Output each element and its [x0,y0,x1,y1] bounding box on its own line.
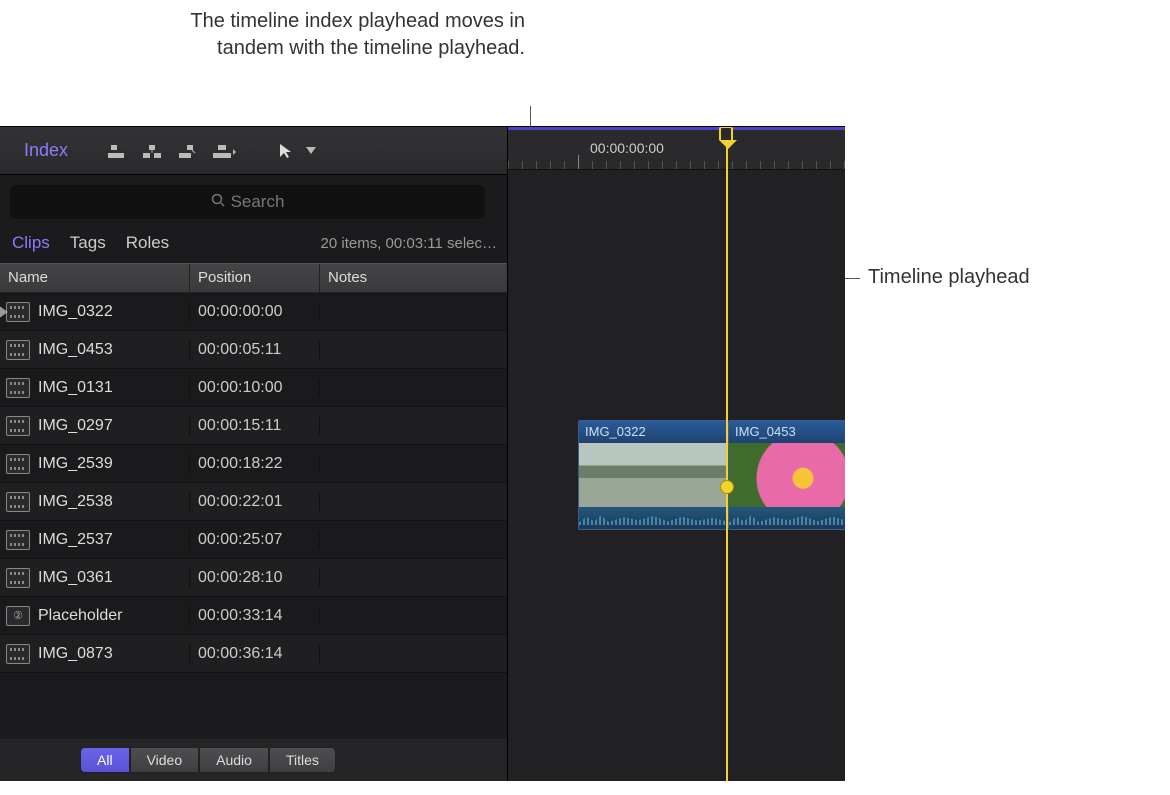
cell-position: 00:00:10:00 [190,379,320,397]
col-position[interactable]: Position [190,264,320,292]
tool-dropdown-icon[interactable] [304,140,318,162]
timeline-clip-label: IMG_0322 [579,421,727,443]
filter-video[interactable]: Video [130,747,200,773]
search-icon [211,193,225,211]
tab-clips[interactable]: Clips [12,233,50,253]
toolbar: Index [0,127,507,175]
index-button[interactable]: Index [10,136,82,165]
edit-mode-group [102,140,238,162]
film-icon [6,530,30,550]
table-row[interactable]: Placeholder 00:00:33:14 [0,597,507,635]
clip-name-label: IMG_0453 [38,341,113,359]
clip-name-label: IMG_0131 [38,379,113,397]
cell-position: 00:00:18:22 [190,455,320,473]
cell-position: 00:00:00:00 [190,303,320,321]
table-row[interactable]: IMG_0453 00:00:05:11 [0,331,507,369]
tab-tags[interactable]: Tags [70,233,106,253]
cell-position: 00:00:25:07 [190,531,320,549]
table-row[interactable]: IMG_0131 00:00:10:00 [0,369,507,407]
app-window: Index [0,126,845,781]
cell-name: IMG_2537 [0,530,190,550]
overwrite-tool-icon[interactable] [210,140,238,162]
annotation-right: Timeline playhead [868,266,1030,289]
clip-rows: IMG_032200:00:00:00IMG_045300:00:05:11IM… [0,293,507,739]
select-tool-icon[interactable] [272,140,300,162]
table-row[interactable]: IMG_0873 00:00:36:14 [0,635,507,673]
column-headers: Name Position Notes [0,263,507,293]
table-row[interactable]: IMG_0297 00:00:15:11 [0,407,507,445]
connect-tool-icon[interactable] [102,140,130,162]
filter-all[interactable]: All [80,747,130,773]
search-input[interactable]: Search [10,185,485,219]
index-playhead-icon [0,305,8,319]
clip-name-label: IMG_0873 [38,645,113,663]
cell-name: IMG_0322 [0,302,190,322]
cell-name: IMG_0297 [0,416,190,436]
playhead-dot-icon [720,480,734,494]
cell-position: 00:00:22:01 [190,493,320,511]
timeline-area[interactable]: 00:00:00:00 IMG_0322IMG_0453 [508,127,845,781]
playhead-handle-icon[interactable] [719,126,733,140]
cell-position: 00:00:33:14 [190,607,320,625]
cell-name: IMG_2539 [0,454,190,474]
cell-name: Placeholder [0,606,190,626]
timeline-clip[interactable]: IMG_0322 [578,420,728,530]
col-notes[interactable]: Notes [320,264,507,292]
film-icon [6,454,30,474]
timeline-playhead[interactable] [726,130,728,781]
cell-name: IMG_0361 [0,568,190,588]
cell-position: 00:00:05:11 [190,341,320,359]
filter-audio[interactable]: Audio [199,747,269,773]
film-icon [6,492,30,512]
clip-name-label: IMG_2538 [38,493,113,511]
table-row[interactable]: IMG_2538 00:00:22:01 [0,483,507,521]
ruler-ticks [508,161,845,169]
ruler-timecode: 00:00:00:00 [590,140,664,156]
cell-position: 00:00:36:14 [190,645,320,663]
film-icon [6,302,30,322]
table-row[interactable]: IMG_2537 00:00:25:07 [0,521,507,559]
clip-name-label: IMG_0361 [38,569,113,587]
clip-track: IMG_0322IMG_0453 [578,420,845,530]
search-placeholder: Search [231,192,285,212]
tab-roles[interactable]: Roles [126,233,169,253]
table-row[interactable]: IMG_2539 00:00:18:22 [0,445,507,483]
index-panel: Index [0,127,508,781]
timeline-clip-thumb [579,443,727,507]
table-row[interactable]: IMG_0361 00:00:28:10 [0,559,507,597]
table-row[interactable]: IMG_0322 00:00:00:00 [0,293,507,331]
clip-name-label: IMG_0297 [38,417,113,435]
timeline-clip-label: IMG_0453 [729,421,845,443]
film-icon [6,378,30,398]
timeline-clip-thumb [729,443,845,507]
selection-status: 20 items, 00:03:11 selec… [321,235,497,252]
timeline-clip-waveform [579,507,727,529]
film-icon [6,340,30,360]
timeline-clip[interactable]: IMG_0453 [728,420,845,530]
insert-tool-icon[interactable] [138,140,166,162]
filter-footer: All Video Audio Titles [0,739,507,781]
cell-name: IMG_2538 [0,492,190,512]
cell-name: IMG_0131 [0,378,190,398]
filter-titles[interactable]: Titles [269,747,336,773]
film-icon [6,416,30,436]
tabs-row: Clips Tags Roles 20 items, 00:03:11 sele… [0,227,507,263]
cell-position: 00:00:15:11 [190,417,320,435]
append-tool-icon[interactable] [174,140,202,162]
film-icon [6,644,30,664]
clip-name-label: Placeholder [38,607,123,625]
col-name[interactable]: Name [0,264,190,292]
clip-name-label: IMG_2537 [38,531,113,549]
placeholder-icon [6,606,30,626]
clip-name-label: IMG_0322 [38,303,113,321]
timeline-clip-waveform [729,507,845,529]
annotation-top: The timeline index playhead moves in tan… [165,8,525,62]
timeline-ruler[interactable]: 00:00:00:00 [508,130,845,170]
cell-position: 00:00:28:10 [190,569,320,587]
cell-name: IMG_0873 [0,644,190,664]
ruler-bigtick [578,155,579,169]
clip-name-label: IMG_2539 [38,455,113,473]
cell-name: IMG_0453 [0,340,190,360]
film-icon [6,568,30,588]
